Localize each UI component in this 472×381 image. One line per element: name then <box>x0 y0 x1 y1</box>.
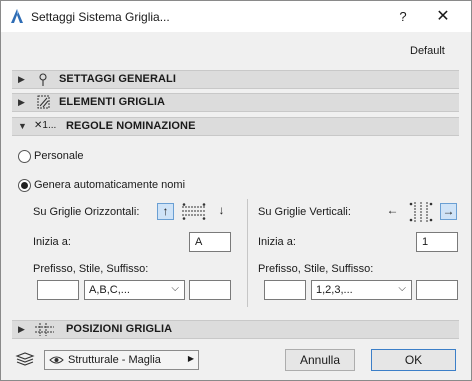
vertical-grid-icon <box>409 202 433 222</box>
section-grid-positions[interactable]: ▶ POSIZIONI GRIGLIA <box>12 320 459 339</box>
expand-arrow-icon[interactable]: ▶ <box>18 323 25 336</box>
personal-radio[interactable] <box>18 150 31 163</box>
expand-arrow-icon[interactable]: ▶ <box>18 73 25 86</box>
horizontal-prefix-input[interactable] <box>37 280 79 300</box>
vertical-arrow-left-toggle[interactable]: ← <box>384 203 401 220</box>
grid-element-icon <box>37 95 50 109</box>
section-naming-rules[interactable]: ▼ ✕1... REGOLE NOMINAZIONE <box>12 117 459 136</box>
section-grid-elements[interactable]: ▶ ELEMENTI GRIGLIA <box>12 93 459 112</box>
expand-arrow-icon[interactable]: ▶ <box>18 96 25 109</box>
close-button[interactable]: ✕ <box>429 5 457 29</box>
layers-icon <box>15 352 35 366</box>
triangle-right-icon: ▶ <box>187 354 194 363</box>
horizontal-grid-icon <box>182 203 206 220</box>
horizontal-format-label: Prefisso, Stile, Suffisso: <box>33 263 149 275</box>
vertical-suffix-input[interactable] <box>416 280 458 300</box>
horizontal-grids-label: Su Griglie Orizzontali: <box>33 206 140 218</box>
personal-label: Personale <box>34 150 84 162</box>
chevron-down-icon: ⌵ <box>171 283 179 294</box>
vertical-start-input[interactable]: 1 <box>416 232 458 252</box>
horizontal-suffix-input[interactable] <box>189 280 231 300</box>
horizontal-arrow-up-toggle[interactable]: ↑ <box>157 203 174 220</box>
title-bar: Settaggi Sistema Griglia... ? ✕ <box>1 1 471 32</box>
collapse-arrow-icon[interactable]: ▼ <box>18 120 27 133</box>
archicad-logo-icon <box>11 9 23 23</box>
layer-value: Strutturale - Maglia <box>68 354 161 366</box>
auto-generate-label: Genera automaticamente nomi <box>34 179 186 191</box>
horizontal-start-input[interactable]: A <box>189 232 231 252</box>
vertical-prefix-input[interactable] <box>264 280 306 300</box>
vertical-style-select[interactable]: 1,2,3,... ⌵ <box>311 280 412 300</box>
eye-icon <box>49 356 64 364</box>
chevron-down-icon: ⌵ <box>398 283 406 294</box>
section-general-settings[interactable]: ▶ SETTAGGI GENERALI <box>12 70 459 89</box>
section-label: ELEMENTI GRIGLIA <box>59 96 166 108</box>
ok-button[interactable]: OK <box>371 349 456 371</box>
auto-generate-radio[interactable] <box>18 179 31 192</box>
grid-positions-icon <box>35 323 54 336</box>
vertical-arrow-right-toggle[interactable]: → <box>440 203 457 220</box>
default-link[interactable]: Default <box>410 45 445 57</box>
vertical-format-label: Prefisso, Stile, Suffisso: <box>258 263 374 275</box>
naming-rules-icon: ✕1... <box>34 120 57 131</box>
grid-system-settings-dialog: Settaggi Sistema Griglia... ? ✕ Default … <box>0 0 472 381</box>
column-divider <box>247 199 248 307</box>
section-label: REGOLE NOMINAZIONE <box>66 120 196 132</box>
vertical-grids-label: Su Griglie Verticali: <box>258 206 351 218</box>
help-button[interactable]: ? <box>390 5 416 29</box>
cancel-button[interactable]: Annulla <box>285 349 355 371</box>
horizontal-style-value: A,B,C,... <box>89 284 130 296</box>
layer-select[interactable]: Strutturale - Maglia ▶ <box>44 350 199 370</box>
horizontal-style-select[interactable]: A,B,C,... ⌵ <box>84 280 185 300</box>
section-label: POSIZIONI GRIGLIA <box>66 323 173 335</box>
horizontal-start-label: Inizia a: <box>33 236 71 248</box>
horizontal-arrow-down-toggle[interactable]: ↓ <box>213 203 230 220</box>
section-label: SETTAGGI GENERALI <box>59 73 177 85</box>
dialog-title: Settaggi Sistema Griglia... <box>31 10 170 24</box>
vertical-start-label: Inizia a: <box>258 236 296 248</box>
vertical-style-value: 1,2,3,... <box>316 284 353 296</box>
pin-icon <box>39 73 47 86</box>
